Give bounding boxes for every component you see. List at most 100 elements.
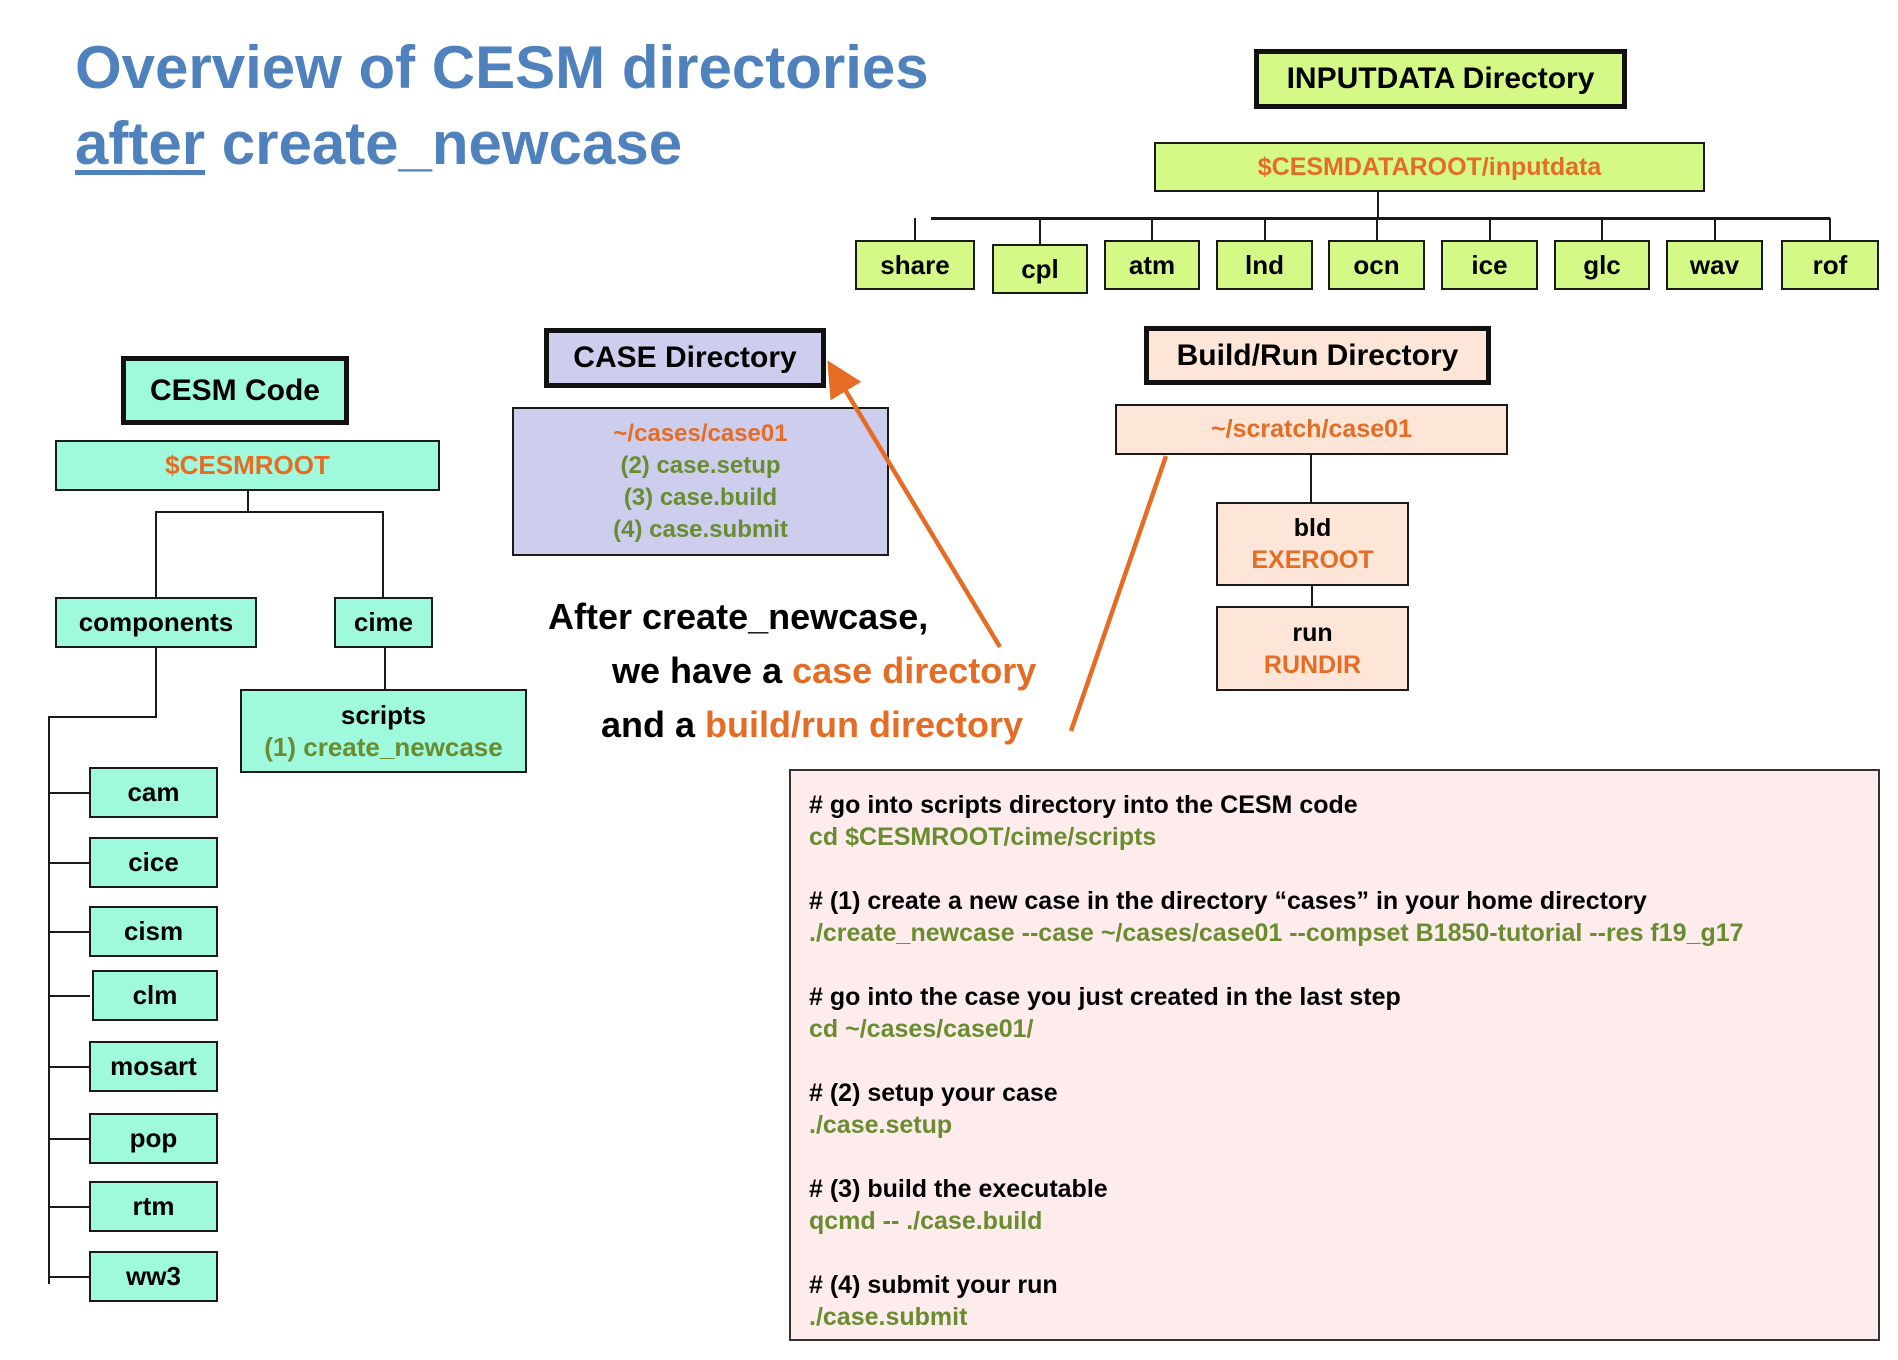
tree-connector: [1310, 455, 1312, 502]
tree-connector: [1829, 218, 1831, 240]
tree-connector: [48, 716, 50, 1284]
tree-connector: [1264, 218, 1266, 240]
bld-label: bld: [1293, 514, 1332, 542]
cesmroot-path: $CESMROOT: [55, 440, 440, 491]
tree-connector: [155, 511, 383, 513]
buildrun-dir-header: Build/Run Directory: [1144, 326, 1491, 385]
component-dir-pop: pop: [89, 1113, 218, 1164]
command-comment: # go into the case you just created in t…: [809, 983, 1401, 1011]
tree-connector: [1151, 218, 1153, 240]
case-dir-path: ~/cases/case01: [613, 419, 788, 447]
command-group: # (4) submit your run ./case.submit: [809, 1269, 1878, 1333]
tree-connector: [931, 217, 1830, 220]
command-comment: # (4) submit your run: [809, 1271, 1058, 1299]
tree-connector: [48, 931, 90, 933]
summary-line2: we have a case directory: [612, 650, 1036, 692]
command-line: cd ~/cases/case01/: [809, 1015, 1034, 1043]
tree-connector: [1714, 218, 1716, 240]
command-group: # go into the case you just created in t…: [809, 981, 1878, 1045]
tree-connector: [48, 1206, 90, 1208]
scripts-step: (1) create_newcase: [264, 732, 503, 762]
command-comment: # (1) create a new case in the directory…: [809, 887, 1647, 915]
summary-line1: After create_newcase,: [548, 596, 929, 637]
component-dir-rtm: rtm: [89, 1181, 218, 1232]
case-step: (2) case.setup: [620, 451, 781, 479]
bld-var: EXEROOT: [1251, 546, 1374, 574]
tree-connector: [1377, 192, 1379, 218]
run-label: run: [1292, 618, 1333, 647]
component-dir-cism: cism: [89, 906, 218, 957]
component-dir-mosart: mosart: [89, 1041, 218, 1092]
case-step: (4) case.submit: [613, 515, 788, 543]
command-comment: # (2) setup your case: [809, 1079, 1058, 1107]
page-title-line2: after create_newcase: [75, 106, 682, 182]
tree-connector: [48, 1276, 90, 1278]
inputdata-dir-rof: rof: [1781, 240, 1879, 290]
summary-line2-prefix: we have a: [612, 650, 793, 691]
command-line: qcmd -- ./case.build: [809, 1207, 1043, 1235]
component-dir-cice: cice: [89, 837, 218, 888]
tree-connector: [48, 716, 157, 718]
case-dir-contents: ~/cases/case01 (2) case.setup (3) case.b…: [512, 407, 889, 556]
command-group: # (2) setup your case ./case.setup: [809, 1077, 1878, 1141]
command-line: ./case.setup: [809, 1111, 953, 1139]
scripts-dir: scripts (1) create_newcase: [240, 689, 527, 773]
tree-connector: [247, 491, 249, 512]
component-dir-cam: cam: [89, 767, 218, 818]
inputdata-dir-wav: wav: [1666, 240, 1763, 290]
title-emphasis: after: [75, 110, 206, 177]
inputdata-header: INPUTDATA Directory: [1254, 49, 1627, 109]
page-title-line1: Overview of CESM directories: [75, 34, 929, 101]
command-group: # go into scripts directory into the CES…: [809, 789, 1878, 853]
inputdata-dir-cpl: cpl: [992, 244, 1088, 294]
tree-connector: [382, 511, 384, 597]
tree-connector: [1311, 586, 1313, 606]
bld-dir: bld EXEROOT: [1216, 502, 1409, 586]
arrow-to-buildrun-dir: [1068, 455, 1169, 732]
run-dir: run RUNDIR: [1216, 606, 1409, 691]
inputdata-dir-share: share: [855, 240, 975, 290]
summary-buildrun-highlight: build/run directory: [705, 704, 1024, 745]
tree-connector: [48, 1138, 90, 1140]
inputdata-dir-lnd: lnd: [1216, 240, 1313, 290]
tree-connector: [1601, 218, 1603, 240]
tree-connector: [384, 648, 386, 689]
inputdata-dir-glc: glc: [1554, 240, 1650, 290]
command-group: # (3) build the executable qcmd -- ./case…: [809, 1173, 1878, 1237]
case-dir-header: CASE Directory: [544, 328, 826, 388]
title-rest: create_newcase: [205, 110, 683, 177]
tree-connector: [48, 792, 90, 794]
command-line: ./create_newcase --case ~/cases/case01 -…: [809, 919, 1744, 947]
tree-connector: [914, 218, 916, 240]
tree-connector: [155, 511, 157, 597]
command-line: cd $CESMROOT/cime/scripts: [809, 823, 1157, 851]
run-var: RUNDIR: [1263, 650, 1362, 679]
components-dir: components: [55, 597, 257, 648]
tree-connector: [48, 995, 90, 997]
inputdata-root-path: $CESMDATAROOT/inputdata: [1154, 142, 1705, 192]
summary-case-highlight: case directory: [792, 650, 1037, 691]
command-comment: # go into scripts directory into the CES…: [809, 791, 1358, 819]
tree-connector: [48, 862, 90, 864]
tree-connector: [1039, 218, 1041, 244]
command-group: # (1) create a new case in the directory…: [809, 885, 1878, 949]
command-line: ./case.submit: [809, 1303, 968, 1331]
inputdata-dir-atm: atm: [1104, 240, 1200, 290]
inputdata-dir-ocn: ocn: [1328, 240, 1425, 290]
cesm-code-header: CESM Code: [121, 356, 349, 425]
tree-connector: [155, 648, 157, 717]
tree-connector: [1489, 218, 1491, 240]
tree-connector: [1376, 218, 1378, 240]
component-dir-ww3: ww3: [89, 1251, 218, 1302]
tree-connector: [48, 1066, 90, 1068]
scripts-label: scripts: [340, 700, 427, 730]
inputdata-dir-ice: ice: [1441, 240, 1538, 290]
cime-dir: cime: [334, 597, 433, 648]
summary-line3-prefix: and a: [601, 704, 706, 745]
component-dir-clm: clm: [92, 970, 218, 1021]
buildrun-dir-path: ~/scratch/case01: [1115, 404, 1508, 455]
case-step: (3) case.build: [623, 483, 778, 511]
summary-line3: and a build/run directory: [601, 704, 1023, 746]
command-comment: # (3) build the executable: [809, 1175, 1108, 1203]
commands-box: # go into scripts directory into the CES…: [789, 769, 1880, 1341]
